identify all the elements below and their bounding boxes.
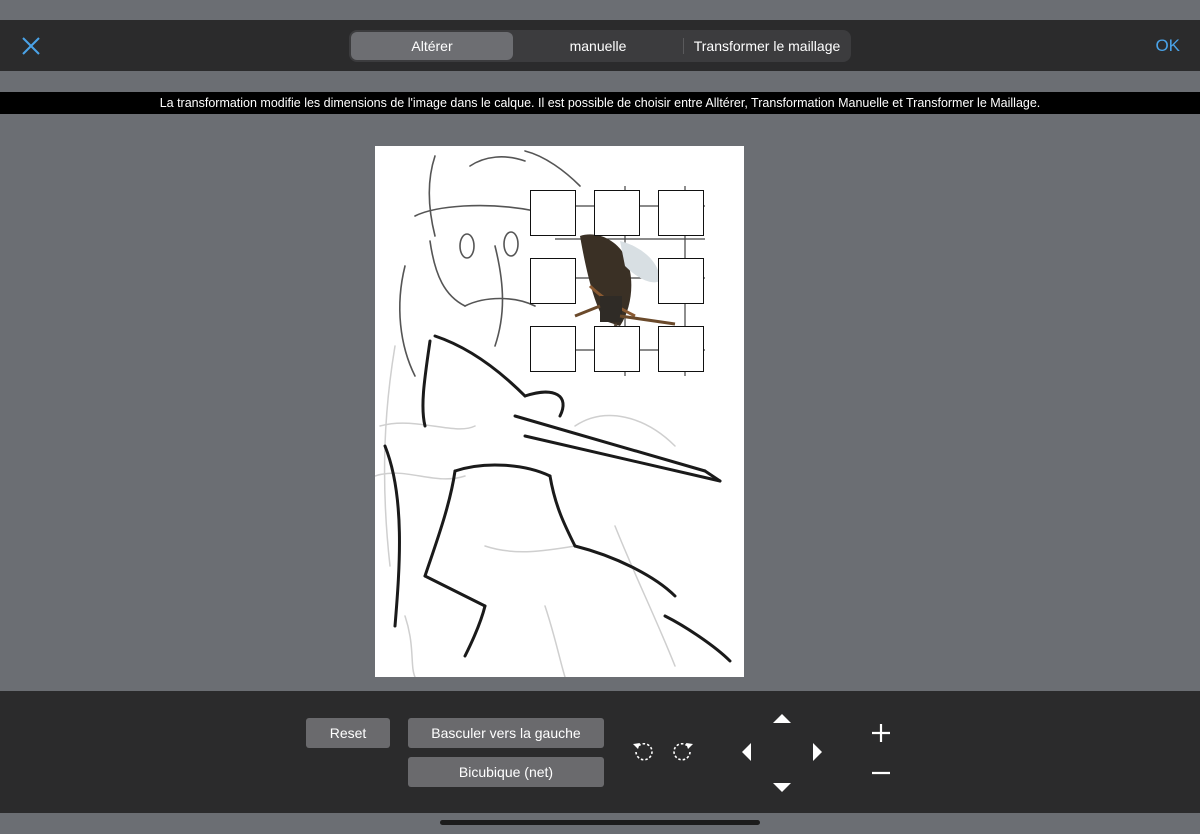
segment-divider: [683, 38, 684, 54]
flip-left-button[interactable]: Basculer vers la gauche: [408, 718, 604, 748]
transform-handle-bottom-center[interactable]: [594, 326, 640, 372]
tab-alterer[interactable]: Altérer: [351, 32, 513, 60]
transform-handle-top-center[interactable]: [594, 190, 640, 236]
transform-handle-top-right[interactable]: [658, 190, 704, 236]
rotate-right-icon[interactable]: [670, 739, 696, 765]
rotate-left-icon[interactable]: [630, 739, 656, 765]
arrow-right-icon[interactable]: [812, 742, 824, 762]
transform-handle-bottom-left[interactable]: [530, 326, 576, 372]
transform-handle-bottom-right[interactable]: [658, 326, 704, 372]
transform-mode-segmented-control: Altérer manuelle Transformer le maillage: [349, 30, 851, 62]
drawing-canvas[interactable]: [375, 146, 744, 677]
tab-manuelle[interactable]: manuelle: [515, 32, 681, 60]
info-banner: La transformation modifie les dimensions…: [0, 92, 1200, 114]
footer-strip: [0, 813, 1200, 834]
interpolation-select[interactable]: Bicubique (net): [408, 757, 604, 787]
zoom-out-icon[interactable]: [870, 762, 892, 784]
reset-button[interactable]: Reset: [306, 718, 390, 748]
arrow-down-icon[interactable]: [772, 781, 792, 793]
tab-transformer-maillage[interactable]: Transformer le maillage: [685, 32, 849, 60]
zoom-in-icon[interactable]: [870, 722, 892, 744]
transform-handle-top-left[interactable]: [530, 190, 576, 236]
transform-handle-middle-left[interactable]: [530, 258, 576, 304]
top-toolbar: Altérer manuelle Transformer le maillage…: [0, 20, 1200, 71]
close-icon[interactable]: [18, 33, 44, 59]
arrow-up-icon[interactable]: [772, 711, 792, 723]
transform-handle-middle-right[interactable]: [658, 258, 704, 304]
status-strip: [0, 0, 1200, 20]
ok-button[interactable]: OK: [1155, 36, 1180, 56]
arrow-left-icon[interactable]: [740, 742, 752, 762]
home-indicator[interactable]: [440, 820, 760, 825]
bottom-toolbar: Reset Basculer vers la gauche Bicubique …: [0, 691, 1200, 813]
